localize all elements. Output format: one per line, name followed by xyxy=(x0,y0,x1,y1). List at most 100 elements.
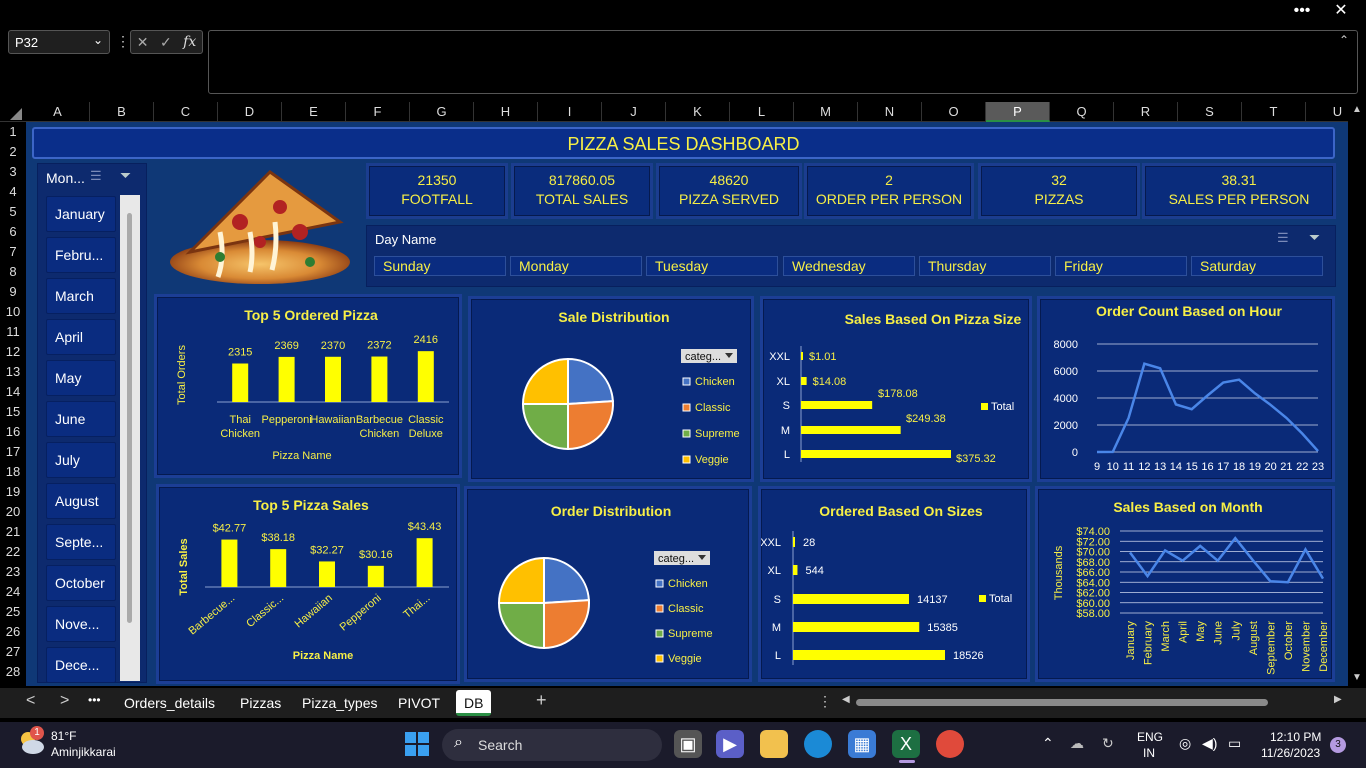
column-header-e[interactable]: E xyxy=(282,102,346,122)
scroll-right-icon[interactable]: ▶ xyxy=(1334,694,1342,705)
check-icon[interactable]: ✓ xyxy=(160,34,172,51)
row-header-26[interactable]: 26 xyxy=(0,622,26,642)
chart-sale-distribution[interactable]: Sale Distribution categ... Chicken Classic… xyxy=(468,296,754,482)
row-header-2[interactable]: 2 xyxy=(0,142,26,162)
column-header-o[interactable]: O xyxy=(922,102,986,122)
language-bottom[interactable]: IN xyxy=(1143,746,1155,760)
language-top[interactable]: ENG xyxy=(1137,730,1163,744)
kebab-icon[interactable]: ⋮ xyxy=(116,33,130,50)
tab-next-icon[interactable]: > xyxy=(60,692,69,710)
row-header-12[interactable]: 12 xyxy=(0,342,26,362)
row-header-23[interactable]: 23 xyxy=(0,562,26,582)
column-header-k[interactable]: K xyxy=(666,102,730,122)
scroll-left-icon[interactable]: ◀ xyxy=(842,694,850,705)
more-options-button[interactable]: ••• xyxy=(1291,2,1313,20)
day-slicer-item[interactable]: Monday xyxy=(510,256,642,276)
row-header-1[interactable]: 1 xyxy=(0,122,26,142)
column-header-g[interactable]: G xyxy=(410,102,474,122)
excel-icon[interactable]: X xyxy=(892,730,920,758)
horizontal-scrollbar[interactable]: ◀ ▶ xyxy=(842,694,1348,710)
row-header-6[interactable]: 6 xyxy=(0,222,26,242)
row-header-24[interactable]: 24 xyxy=(0,582,26,602)
column-header-d[interactable]: D xyxy=(218,102,282,122)
column-header-q[interactable]: Q xyxy=(1050,102,1114,122)
column-header-t[interactable]: T xyxy=(1242,102,1306,122)
row-header-22[interactable]: 22 xyxy=(0,542,26,562)
column-header-p[interactable]: P xyxy=(986,102,1050,122)
chevron-up-icon[interactable]: ⌃ xyxy=(1042,735,1054,752)
month-slicer-item[interactable]: June xyxy=(46,401,116,437)
windows-start-icon[interactable] xyxy=(404,731,430,757)
task-view-icon[interactable]: ▣ xyxy=(674,730,702,758)
column-header-n[interactable]: N xyxy=(858,102,922,122)
row-header-10[interactable]: 10 xyxy=(0,302,26,322)
row-header-27[interactable]: 27 xyxy=(0,642,26,662)
month-slicer-item[interactable]: January xyxy=(46,196,116,232)
collapse-icon[interactable]: ⌃ xyxy=(1339,33,1349,47)
column-header-b[interactable]: B xyxy=(90,102,154,122)
column-header-l[interactable]: L xyxy=(730,102,794,122)
notification-badge[interactable]: 3 xyxy=(1330,737,1346,753)
chart-ordered-sizes[interactable]: Ordered Based On Sizes XXL 28 XL 544 S 14137 M… xyxy=(758,486,1030,682)
month-slicer-item[interactable]: Dece... xyxy=(46,647,116,683)
column-header-s[interactable]: S xyxy=(1178,102,1242,122)
scroll-thumb[interactable] xyxy=(127,213,132,623)
formula-input[interactable]: ⌃ xyxy=(208,30,1358,94)
volume-icon[interactable]: ◀) xyxy=(1202,735,1217,752)
chart-order-hour[interactable]: Order Count Based on Hour 8000 6000 4000 20… xyxy=(1037,296,1335,482)
store-icon[interactable]: ▦ xyxy=(848,730,876,758)
day-slicer-item[interactable]: Wednesday xyxy=(783,256,915,276)
sheet-tab[interactable]: DB xyxy=(456,690,492,716)
network-icon[interactable]: ◎ xyxy=(1179,735,1191,752)
day-slicer-item[interactable]: Sunday xyxy=(374,256,506,276)
row-header-17[interactable]: 17 xyxy=(0,442,26,462)
row-header-20[interactable]: 20 xyxy=(0,502,26,522)
row-header-28[interactable]: 28 xyxy=(0,662,26,682)
month-slicer-item[interactable]: March xyxy=(46,278,116,314)
clock-time[interactable]: 12:10 PM xyxy=(1270,730,1321,744)
month-slicer-item[interactable]: Febru... xyxy=(46,237,116,273)
name-box[interactable]: P32 ⌄ xyxy=(8,30,110,54)
sheet-tab[interactable]: Pizza_types xyxy=(294,690,385,716)
row-header-3[interactable]: 3 xyxy=(0,162,26,182)
chart-order-distribution[interactable]: Order Distribution categ... Chicken Classi… xyxy=(464,486,752,682)
day-slicer-item[interactable]: Thursday xyxy=(919,256,1051,276)
day-slicer-item[interactable]: Tuesday xyxy=(646,256,778,276)
column-header-a[interactable]: A xyxy=(26,102,90,122)
scroll-thumb[interactable] xyxy=(856,699,1268,706)
clock-date[interactable]: 11/26/2023 xyxy=(1261,746,1320,760)
month-slicer-item[interactable]: May xyxy=(46,360,116,396)
function-icon[interactable]: fx xyxy=(183,34,196,50)
sheet-tab[interactable]: PIVOT xyxy=(390,690,448,716)
row-header-14[interactable]: 14 xyxy=(0,382,26,402)
scroll-down-icon[interactable]: ▼ xyxy=(1352,672,1362,683)
column-header-m[interactable]: M xyxy=(794,102,858,122)
kebab-icon[interactable]: ⋮ xyxy=(818,693,832,710)
row-header-21[interactable]: 21 xyxy=(0,522,26,542)
close-button[interactable]: ✕ xyxy=(1330,2,1352,20)
add-sheet-button[interactable]: + xyxy=(536,690,547,711)
month-slicer-item[interactable]: Nove... xyxy=(46,606,116,642)
file-explorer-icon[interactable] xyxy=(760,730,788,758)
row-header-16[interactable]: 16 xyxy=(0,422,26,442)
row-header-5[interactable]: 5 xyxy=(0,202,26,222)
month-slicer-item[interactable]: Septe... xyxy=(46,524,116,560)
row-header-18[interactable]: 18 xyxy=(0,462,26,482)
sheet-tab[interactable]: Pizzas xyxy=(232,690,289,716)
row-header-11[interactable]: 11 xyxy=(0,322,26,342)
chart-sales-month[interactable]: Sales Based on Month $74.00 $72.00 $70.00 $… xyxy=(1035,486,1335,682)
vertical-scrollbar[interactable]: ▲ ▼ xyxy=(1348,102,1366,688)
cancel-icon[interactable]: ✕ xyxy=(137,34,149,51)
sheet-tab[interactable]: Orders_details xyxy=(116,690,223,716)
column-header-r[interactable]: R xyxy=(1114,102,1178,122)
row-header-19[interactable]: 19 xyxy=(0,482,26,502)
clear-filter-icon[interactable]: ⏷ xyxy=(120,167,131,184)
edge-icon[interactable] xyxy=(804,730,832,758)
column-header-i[interactable]: I xyxy=(538,102,602,122)
weather-icon[interactable]: 1 xyxy=(16,726,46,756)
month-slicer-scrollbar[interactable] xyxy=(120,195,140,681)
scroll-up-icon[interactable]: ▲ xyxy=(1352,104,1362,115)
row-header-25[interactable]: 25 xyxy=(0,602,26,622)
column-header-c[interactable]: C xyxy=(154,102,218,122)
clear-filter-icon[interactable]: ⏷ xyxy=(1309,229,1320,246)
